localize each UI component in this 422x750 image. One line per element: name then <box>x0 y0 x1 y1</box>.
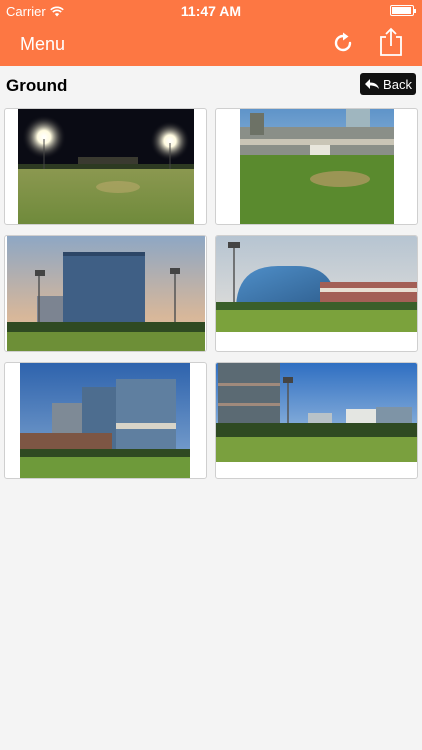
ground-photo <box>18 109 194 224</box>
ground-photo <box>240 109 394 224</box>
back-label: Back <box>383 76 412 92</box>
back-button[interactable]: Back <box>360 73 416 95</box>
title-row: Ground Back <box>0 66 422 104</box>
photo-card[interactable] <box>215 362 418 479</box>
refresh-icon[interactable] <box>330 30 356 56</box>
back-arrow-icon <box>365 79 380 89</box>
photo-card[interactable] <box>215 235 418 352</box>
ground-photo <box>216 236 417 332</box>
ground-photo <box>7 236 205 351</box>
battery-icon <box>390 5 416 16</box>
ground-photo <box>20 363 190 478</box>
photo-card[interactable] <box>4 362 207 479</box>
photo-card[interactable] <box>4 235 207 352</box>
menu-button[interactable]: Menu <box>20 34 65 55</box>
status-time: 11:47 AM <box>180 3 242 19</box>
photo-card[interactable] <box>4 108 207 225</box>
share-icon[interactable] <box>378 27 404 57</box>
ground-photo <box>216 363 417 462</box>
photo-card[interactable] <box>215 108 418 225</box>
status-bar: Carrier 11:47 AM <box>0 0 422 22</box>
page-title: Ground <box>6 76 68 95</box>
nav-bar: Menu <box>0 22 422 66</box>
